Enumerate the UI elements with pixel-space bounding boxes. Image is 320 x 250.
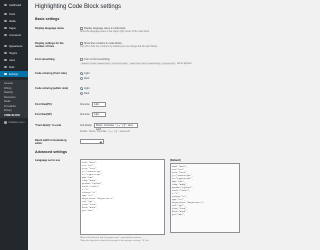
dashboard-icon xyxy=(4,3,7,7)
css-code: -moz-osx-font-smoothing: grayscale; xyxy=(129,62,177,65)
wrench-icon xyxy=(4,65,7,69)
collapse-menu-button[interactable]: Collapse menu xyxy=(4,121,24,124)
block-width-select[interactable] xyxy=(80,139,104,144)
fontsize-sp-prefix: font-size: xyxy=(80,113,91,116)
languages-label: Language set to use xyxy=(35,159,61,162)
menu-item-tools[interactable]: Tools xyxy=(0,64,28,70)
menu-label: Comments xyxy=(8,33,22,37)
menu-item-dashboard[interactable]: Dashboard xyxy=(0,2,28,8)
advanced-settings-heading: Advanced settings xyxy=(35,150,67,154)
radio-button[interactable] xyxy=(80,77,83,80)
languages-desc-note: *Enter the lang that is listed in the pr… xyxy=(80,240,150,242)
lang-name-label: Display language name xyxy=(35,27,64,30)
fontsize-sp-input[interactable]: 13px xyxy=(92,112,106,117)
fontsize-sp-label: Font Size(SP) xyxy=(35,113,52,116)
menu-label: Tools xyxy=(8,65,15,69)
css-code: -webkit-font-smoothing: antialiased; xyxy=(80,62,129,65)
fontsize-pc-input[interactable]: 14px xyxy=(92,102,106,107)
fontsize-pc-label: Font Size(PC) xyxy=(35,103,52,106)
menu-label: Dashboard xyxy=(8,3,22,7)
font-family-desc: Default : Menlo, Consolas, "メイリオ", sans-… xyxy=(80,131,131,133)
users-icon xyxy=(4,58,7,62)
submenu-item-permalinks[interactable]: Permalinks xyxy=(4,105,16,108)
page-icon xyxy=(4,26,7,30)
desc-text: will be applied. xyxy=(176,63,192,65)
media-icon xyxy=(4,19,7,23)
lang-name-desc: Show the language name in the upper righ… xyxy=(80,31,150,33)
menu-label: Media xyxy=(8,19,16,23)
option-text: Light xyxy=(84,72,90,76)
option-text: Turn on font smoothing xyxy=(84,58,110,62)
languages-desc: Write in the format of key:"language nam… xyxy=(80,237,142,239)
submenu-item-general[interactable]: General xyxy=(4,82,13,85)
submenu-item-media[interactable]: Media xyxy=(4,100,11,103)
font-family-label: "Font-family" in code xyxy=(35,124,62,127)
option-text: Light xyxy=(84,87,90,91)
font-family-prefix: font-family: xyxy=(80,124,93,127)
menu-item-media[interactable]: Media xyxy=(0,18,28,24)
menu-item-users[interactable]: Users xyxy=(0,57,28,63)
default-languages-box: html:"HTML", css:"CSS", scss:"SCSS", js:… xyxy=(170,163,240,233)
menu-item-posts[interactable]: Posts xyxy=(0,11,28,17)
main-content: Highlighting Code Block settings Basic s… xyxy=(28,0,250,250)
font-smoothing-label: Font smoothing xyxy=(35,58,55,61)
submenu-item-code-block[interactable]: CODE BLOCK xyxy=(4,114,20,117)
line-numbers-desc: Turn off to hide line numbers by default… xyxy=(80,46,158,48)
collapse-label: Collapse menu xyxy=(8,121,25,124)
default-languages-title: [Default] xyxy=(170,159,181,162)
lang-name-checkbox[interactable] xyxy=(80,27,83,30)
fontsize-pc-prefix: font-size: xyxy=(80,103,91,106)
option-text: Display language name in code block xyxy=(84,27,126,31)
block-width-label: Block width in Gutenberg editor xyxy=(35,139,67,146)
line-numbers-option[interactable]: Show line numbers in code blocks xyxy=(80,42,122,45)
menu-label: Pages xyxy=(8,26,16,30)
option-text: Dark xyxy=(84,77,90,81)
option-text: Show line numbers in code blocks xyxy=(84,42,122,46)
menu-item-comments[interactable]: Comments xyxy=(0,32,28,38)
submenu-item-discussion[interactable]: Discussion xyxy=(4,96,16,99)
languages-textarea[interactable]: html:"HTML", css:"CSS", scss:"SCSS", js:… xyxy=(80,159,165,235)
option-text: Dark xyxy=(84,92,90,96)
font-family-input[interactable]: Menlo, Consolas, "メイリオ", sans-serif; xyxy=(94,123,138,131)
font-smoothing-checkbox[interactable] xyxy=(80,58,83,61)
editor-coloring-dark[interactable]: Dark xyxy=(80,92,89,95)
submenu-item-privacy[interactable]: Privacy xyxy=(4,109,12,112)
basic-settings-heading: Basic settings xyxy=(35,17,60,21)
radio-button[interactable] xyxy=(80,92,83,95)
menu-label: Appearance xyxy=(8,44,23,48)
menu-label: Users xyxy=(8,58,16,62)
editor-coloring-label: Code coloring (editor side) xyxy=(35,87,68,90)
plugin-icon xyxy=(4,51,7,55)
menu-item-pages[interactable]: Pages xyxy=(0,25,28,31)
settings-icon xyxy=(4,72,7,76)
menu-label: Posts xyxy=(8,12,16,16)
radio-button[interactable] xyxy=(80,87,83,90)
submenu-item-reading[interactable]: Reading xyxy=(4,91,13,94)
front-coloring-light[interactable]: Light xyxy=(80,72,89,75)
page-title: Highlighting Code Block settings xyxy=(35,4,122,10)
line-numbers-label: Display settings for the number of lines xyxy=(35,42,64,49)
menu-item-plugins[interactable]: Plugins xyxy=(0,50,28,56)
comment-icon xyxy=(4,33,7,37)
lang-name-option[interactable]: Display language name in code block xyxy=(80,27,125,30)
front-coloring-label: Code coloring (front side) xyxy=(35,72,67,75)
submenu-item-writing[interactable]: Writing xyxy=(4,87,11,90)
menu-item-appearance[interactable]: Appearance xyxy=(0,43,28,49)
menu-item-settings[interactable]: Settings xyxy=(0,71,28,77)
pin-icon xyxy=(4,12,7,16)
front-coloring-dark[interactable]: Dark xyxy=(80,77,89,80)
menu-label: Plugins xyxy=(8,51,18,55)
admin-sidebar: Dashboard Posts Media Pages Comments App… xyxy=(0,0,28,250)
collapse-icon xyxy=(4,121,7,124)
font-smoothing-desc: -webkit-font-smoothing: antialiased; -mo… xyxy=(80,62,192,65)
settings-submenu: General Writing Reading Discussion Media… xyxy=(0,80,28,118)
font-smoothing-option[interactable]: Turn on font smoothing xyxy=(80,58,110,61)
menu-label: Settings xyxy=(8,72,18,76)
radio-button[interactable] xyxy=(80,72,83,75)
chevron-down-icon xyxy=(100,140,103,144)
editor-coloring-light[interactable]: Light xyxy=(80,87,89,90)
brush-icon xyxy=(4,44,7,48)
line-numbers-checkbox[interactable] xyxy=(80,42,83,45)
